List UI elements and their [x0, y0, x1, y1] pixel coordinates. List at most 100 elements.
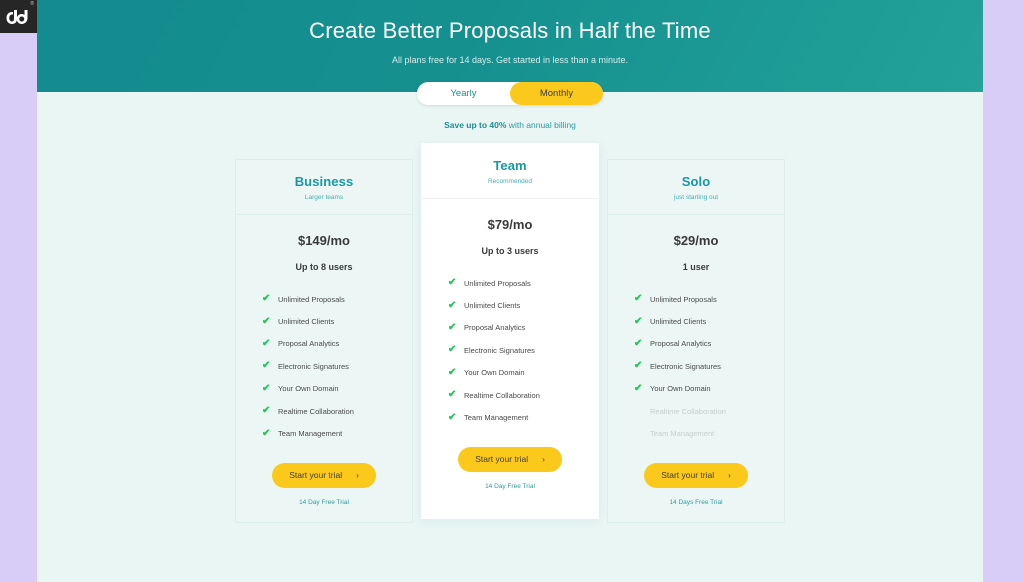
check-icon: ✔ [634, 315, 643, 327]
plan-price: $79/mo [487, 217, 533, 232]
feature-label: Realtime Collaboration [464, 390, 540, 400]
feature-list: ✔ Unlimited Proposals ✔ Unlimited Clients ✔ P… [236, 288, 412, 445]
start-trial-button[interactable]: Start your trial › [458, 446, 562, 472]
feature-item: ✔ Unlimited Proposals [448, 272, 598, 294]
feature-label: Unlimited Proposals [278, 294, 345, 304]
pricing-cards: Business Larger teams $149/mo Up to 8 users… [37, 143, 983, 523]
card-header: Business Larger teams [236, 160, 412, 215]
chevron-right-icon: › [728, 470, 731, 480]
trial-note: 14 Day Free Trial [299, 498, 349, 506]
toggle-option-yearly[interactable]: Yearly [417, 82, 510, 105]
feature-item: ✔ Your Own Domain [448, 362, 598, 384]
trial-note: 14 Days Free Trial [669, 498, 723, 506]
start-trial-button[interactable]: Start your trial › [272, 462, 376, 488]
feature-item: ✔ Unlimited Clients [634, 310, 784, 332]
pricing-card-business: Business Larger teams $149/mo Up to 8 users… [235, 159, 413, 523]
toggle-option-monthly[interactable]: Monthly [510, 82, 603, 105]
billing-toggle[interactable]: Yearly Monthly [417, 82, 603, 105]
feature-label: Proposal Analytics [650, 339, 712, 349]
pandadoc-logo-badge[interactable]: ® [0, 0, 37, 33]
start-trial-button[interactable]: Start your trial › [644, 462, 748, 488]
check-icon: ✔ [448, 344, 457, 356]
feature-label: Realtime Collaboration [650, 406, 726, 416]
start-trial-label: Start your trial [661, 470, 715, 481]
savings-note-bold: Save up to 40% [444, 120, 507, 130]
page-title: Create Better Proposals in Half the Time [309, 18, 711, 43]
feature-item: ✔ Team Management [262, 422, 412, 444]
feature-item: ✔ Your Own Domain [634, 378, 784, 400]
plan-seats: Up to 3 users [481, 246, 539, 256]
card-header: Solo just starting out [608, 160, 784, 215]
feature-label: Unlimited Proposals [464, 278, 531, 288]
check-icon: ✔ [262, 427, 271, 439]
feature-label: Proposal Analytics [278, 339, 340, 349]
check-icon: ✔ [634, 406, 646, 416]
pricing-page: Create Better Proposals in Half the Time… [37, 0, 983, 582]
check-icon: ✔ [634, 382, 643, 394]
feature-label: Team Management [650, 429, 715, 439]
plan-seats: Up to 8 users [295, 262, 353, 272]
plan-tagline: just starting out [673, 194, 719, 201]
plan-name: Team [493, 158, 527, 173]
feature-label: Unlimited Clients [650, 317, 707, 327]
check-icon: ✔ [448, 411, 457, 423]
chevron-right-icon: › [542, 454, 545, 464]
feature-item: ✔ Proposal Analytics [634, 333, 784, 355]
feature-item: ✔ Realtime Collaboration [634, 400, 784, 422]
plan-price: $149/mo [297, 233, 351, 248]
feature-label: Team Management [464, 413, 529, 423]
feature-label: Proposal Analytics [464, 323, 526, 333]
cta-wrapper: Start your trial › [608, 445, 784, 488]
feature-item: ✔ Electronic Signatures [262, 355, 412, 377]
plan-name: Business [294, 174, 354, 189]
feature-item: ✔ Unlimited Proposals [262, 288, 412, 310]
feature-label: Your Own Domain [464, 368, 525, 378]
feature-item: ✔ Unlimited Proposals [634, 288, 784, 310]
plan-seats: 1 user [682, 262, 710, 272]
check-icon: ✔ [448, 321, 457, 333]
check-icon: ✔ [634, 429, 646, 439]
registered-mark: ® [30, 1, 34, 7]
check-icon: ✔ [634, 293, 643, 305]
check-icon: ✔ [262, 293, 271, 305]
savings-note-rest: with annual billing [506, 120, 576, 130]
plan-name: Solo [681, 174, 711, 189]
feature-item: ✔ Team Management [448, 406, 598, 428]
cta-wrapper: Start your trial › [236, 445, 412, 488]
feature-item: ✔ Electronic Signatures [448, 339, 598, 361]
feature-label: Unlimited Proposals [650, 294, 717, 304]
pandadoc-logo-icon [6, 10, 28, 24]
feature-item: ✔ Electronic Signatures [634, 355, 784, 377]
card-header: Team Recommended [422, 144, 598, 199]
feature-item: ✔ Proposal Analytics [448, 317, 598, 339]
cta-wrapper: Start your trial › [422, 429, 598, 472]
feature-label: Electronic Signatures [464, 345, 535, 355]
feature-list: ✔ Unlimited Proposals ✔ Unlimited Clients ✔ P… [422, 272, 598, 429]
hero-banner: Create Better Proposals in Half the Time… [37, 0, 983, 92]
pricing-card-team: Team Recommended $79/mo Up to 3 users ✔ Unlim… [421, 143, 599, 519]
check-icon: ✔ [262, 405, 271, 417]
feature-label: Unlimited Clients [464, 301, 521, 311]
feature-item: ✔ Realtime Collaboration [448, 384, 598, 406]
start-trial-label: Start your trial [289, 470, 343, 481]
feature-item: ✔ Realtime Collaboration [262, 400, 412, 422]
feature-label: Unlimited Clients [278, 317, 335, 327]
check-icon: ✔ [448, 389, 457, 401]
check-icon: ✔ [448, 366, 457, 378]
check-icon: ✔ [262, 337, 271, 349]
plan-tagline: Larger teams [304, 194, 344, 201]
check-icon: ✔ [634, 337, 643, 349]
feature-item: ✔ Proposal Analytics [262, 333, 412, 355]
feature-item: ✔ Unlimited Clients [262, 310, 412, 332]
feature-item: ✔ Your Own Domain [262, 378, 412, 400]
feature-label: Your Own Domain [650, 384, 711, 394]
feature-item: ✔ Unlimited Clients [448, 294, 598, 316]
plan-price: $29/mo [673, 233, 719, 248]
plan-tagline: Recommended [487, 178, 533, 185]
trial-note: 14 Day Free Trial [485, 482, 535, 490]
check-icon: ✔ [262, 315, 271, 327]
check-icon: ✔ [448, 277, 457, 289]
chevron-right-icon: › [356, 470, 359, 480]
check-icon: ✔ [262, 382, 271, 394]
feature-label: Your Own Domain [278, 384, 339, 394]
